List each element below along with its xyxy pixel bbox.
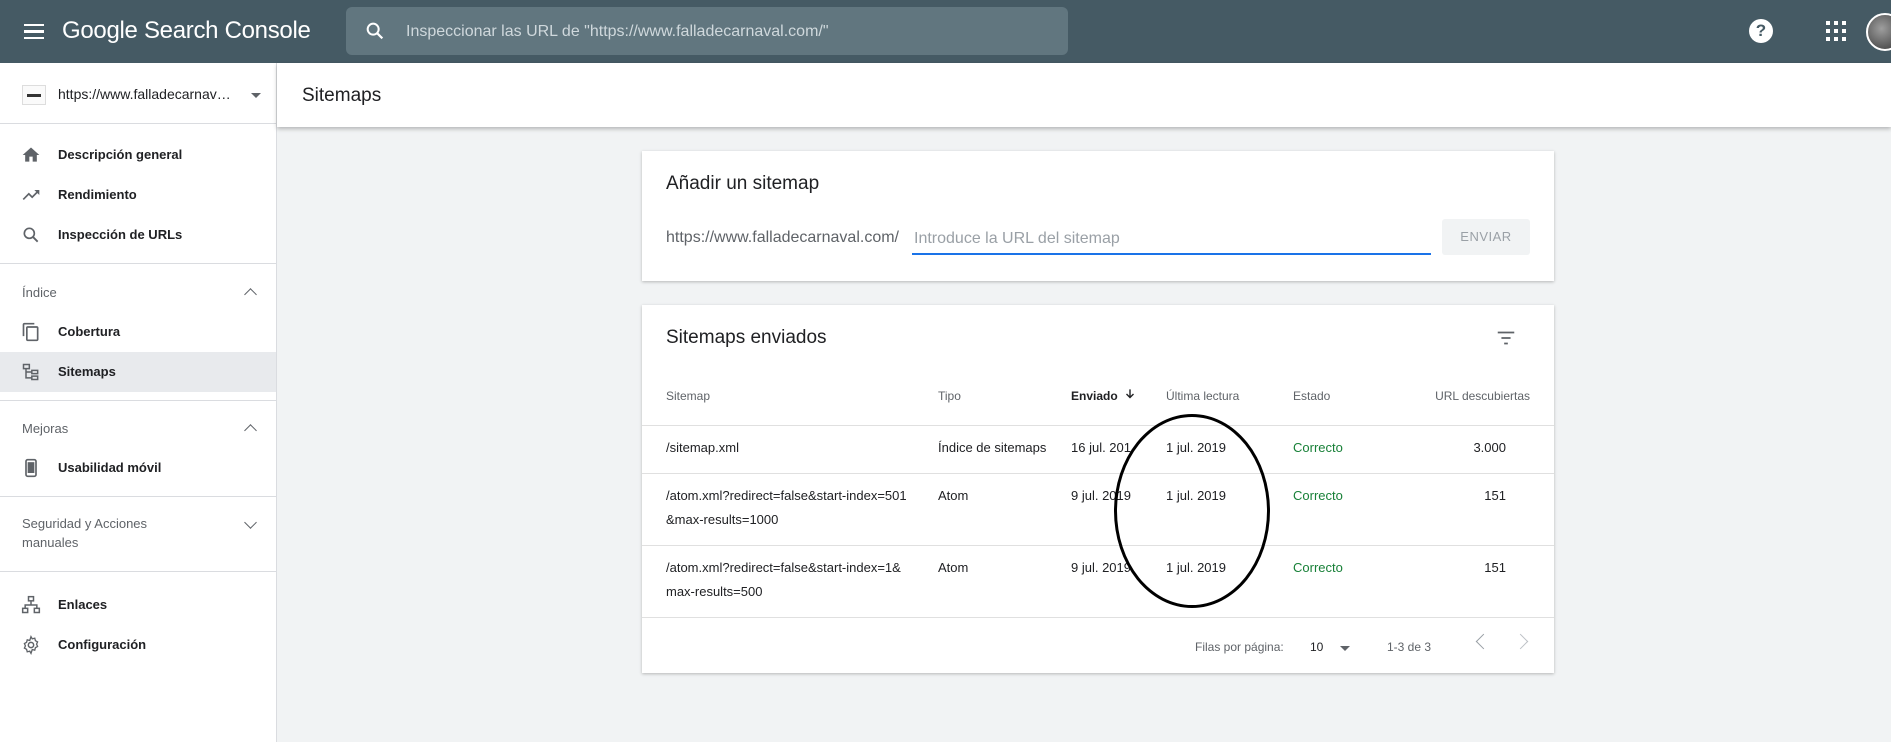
- divider: [642, 425, 1554, 426]
- filter-icon[interactable]: [1495, 327, 1517, 349]
- divider: [642, 473, 1554, 474]
- sidebar-item-label: Inspección de URLs: [58, 227, 183, 242]
- sidebar-item-sitemaps[interactable]: Sitemaps: [0, 352, 276, 392]
- sidebar-item-settings[interactable]: Configuración: [0, 625, 276, 665]
- cell-last-read: 1 jul. 2019: [1166, 488, 1226, 503]
- column-header-last-read[interactable]: Última lectura: [1166, 389, 1239, 403]
- cell-type: Índice de sitemaps: [938, 440, 1047, 455]
- cell-status: Correcto: [1293, 440, 1343, 455]
- sidebar: https://www.falladecarnaval.com/ Descrip…: [0, 63, 277, 742]
- cell-status: Correcto: [1293, 560, 1343, 575]
- divider: [0, 571, 276, 572]
- arrow-down-icon[interactable]: [1123, 387, 1137, 401]
- cell-status: Correcto: [1293, 488, 1343, 503]
- divider: [0, 263, 276, 264]
- app-logo[interactable]: Google Search Console: [62, 17, 311, 45]
- caret-down-icon: [251, 93, 261, 98]
- apps-grid-icon[interactable]: [1826, 21, 1846, 41]
- avatar[interactable]: [1866, 13, 1891, 51]
- submit-button[interactable]: ENVIAR: [1442, 219, 1530, 255]
- sidebar-item-performance[interactable]: Rendimiento: [0, 175, 276, 215]
- column-header-type[interactable]: Tipo: [938, 389, 961, 403]
- sidebar-item-url-inspection[interactable]: Inspección de URLs: [0, 215, 276, 255]
- section-security[interactable]: Seguridad y Acciones manuales: [22, 516, 147, 550]
- sidebar-item-label: Enlaces: [58, 597, 108, 612]
- cell-last-read: 1 jul. 2019: [1166, 560, 1226, 575]
- column-header-submitted[interactable]: Enviado: [1071, 389, 1118, 403]
- cell-submitted: 9 jul. 2019: [1071, 488, 1131, 503]
- page-title: Sitemaps: [302, 85, 382, 106]
- section-index[interactable]: Índice: [22, 285, 57, 300]
- cell-type: Atom: [938, 560, 969, 575]
- section-security-line2: manuales: [22, 535, 79, 550]
- sitemap-url-input[interactable]: [912, 225, 1431, 255]
- section-improvements[interactable]: Mejoras: [22, 421, 68, 436]
- divider: [642, 617, 1554, 618]
- column-header-status[interactable]: Estado: [1293, 389, 1330, 403]
- chevron-up-icon[interactable]: [244, 288, 257, 301]
- divider: [0, 400, 276, 401]
- divider: [0, 123, 276, 124]
- copy-icon: [22, 322, 39, 342]
- property-label: https://www.falladecarnaval.com/: [58, 86, 238, 102]
- column-header-urls[interactable]: URL descubiertas: [1411, 389, 1530, 403]
- sidebar-item-label: Cobertura: [58, 324, 121, 339]
- sidebar-item-label: Descripción general: [58, 147, 183, 162]
- sidebar-item-label: Sitemaps: [58, 364, 116, 379]
- card-title: Sitemaps enviados: [666, 327, 827, 348]
- sitemap-icon: [22, 363, 39, 381]
- cell-urls: 3.000: [1473, 440, 1506, 455]
- cell-submitted: 9 jul. 2019: [1071, 560, 1131, 575]
- cell-urls: 151: [1484, 488, 1506, 503]
- page-header: Sitemaps: [277, 63, 1891, 127]
- sidebar-item-links[interactable]: Enlaces: [0, 585, 276, 625]
- phone-icon: [25, 458, 37, 478]
- card-title: Añadir un sitemap: [666, 173, 820, 194]
- section-security-line1: Seguridad y Acciones: [22, 516, 148, 531]
- sidebar-item-label: Rendimiento: [58, 187, 137, 202]
- rows-per-page-select[interactable]: 10: [1310, 640, 1323, 654]
- chevron-down-icon[interactable]: [244, 516, 257, 529]
- cell-submitted: 16 jul. 2019: [1071, 440, 1131, 455]
- cell-sitemap[interactable]: /atom.xml?redirect=false&start-index=501: [666, 484, 907, 508]
- cell-sitemap[interactable]: /sitemap.xml: [666, 436, 739, 460]
- cell-sitemap-line2[interactable]: &max-results=1000: [666, 508, 778, 532]
- cell-urls: 151: [1484, 560, 1506, 575]
- sidebar-item-coverage[interactable]: Cobertura: [0, 312, 276, 352]
- caret-down-icon[interactable]: [1340, 646, 1350, 651]
- search-input[interactable]: [404, 7, 1048, 57]
- add-sitemap-card: Añadir un sitemap https://www.falladecar…: [642, 151, 1554, 281]
- cell-last-read: 1 jul. 2019: [1166, 440, 1226, 455]
- cell-sitemap-line2[interactable]: max-results=500: [666, 580, 762, 604]
- divider: [642, 545, 1554, 546]
- top-app-bar: Google Search Console ?: [0, 0, 1891, 63]
- menu-icon[interactable]: [20, 20, 48, 44]
- links-icon: [21, 595, 41, 614]
- sidebar-item-overview[interactable]: Descripción general: [0, 135, 276, 175]
- cell-sitemap[interactable]: /atom.xml?redirect=false&start-index=1&: [666, 556, 901, 580]
- gear-icon: [23, 635, 39, 655]
- sidebar-item-label: Configuración: [58, 637, 147, 652]
- sidebar-item-label: Usabilidad móvil: [58, 460, 162, 475]
- url-inspection-search[interactable]: [346, 7, 1068, 57]
- trending-up-icon: [22, 190, 40, 200]
- search-icon: [23, 227, 39, 243]
- property-selector[interactable]: https://www.falladecarnaval.com/: [0, 63, 276, 123]
- pagination-range: 1-3 de 3: [1387, 640, 1432, 654]
- column-header-sitemap[interactable]: Sitemap: [666, 389, 710, 403]
- sitemap-url-prefix: https://www.falladecarnaval.com/: [666, 229, 899, 246]
- search-icon: [366, 22, 384, 40]
- home-icon: [22, 147, 40, 162]
- property-favicon: [22, 85, 46, 105]
- divider: [0, 496, 276, 497]
- cell-type: Atom: [938, 488, 969, 503]
- rows-per-page-label: Filas por página:: [1195, 640, 1284, 654]
- sidebar-item-mobile-usability[interactable]: Usabilidad móvil: [0, 448, 276, 488]
- help-icon[interactable]: ?: [1749, 19, 1773, 43]
- chevron-up-icon[interactable]: [244, 424, 257, 437]
